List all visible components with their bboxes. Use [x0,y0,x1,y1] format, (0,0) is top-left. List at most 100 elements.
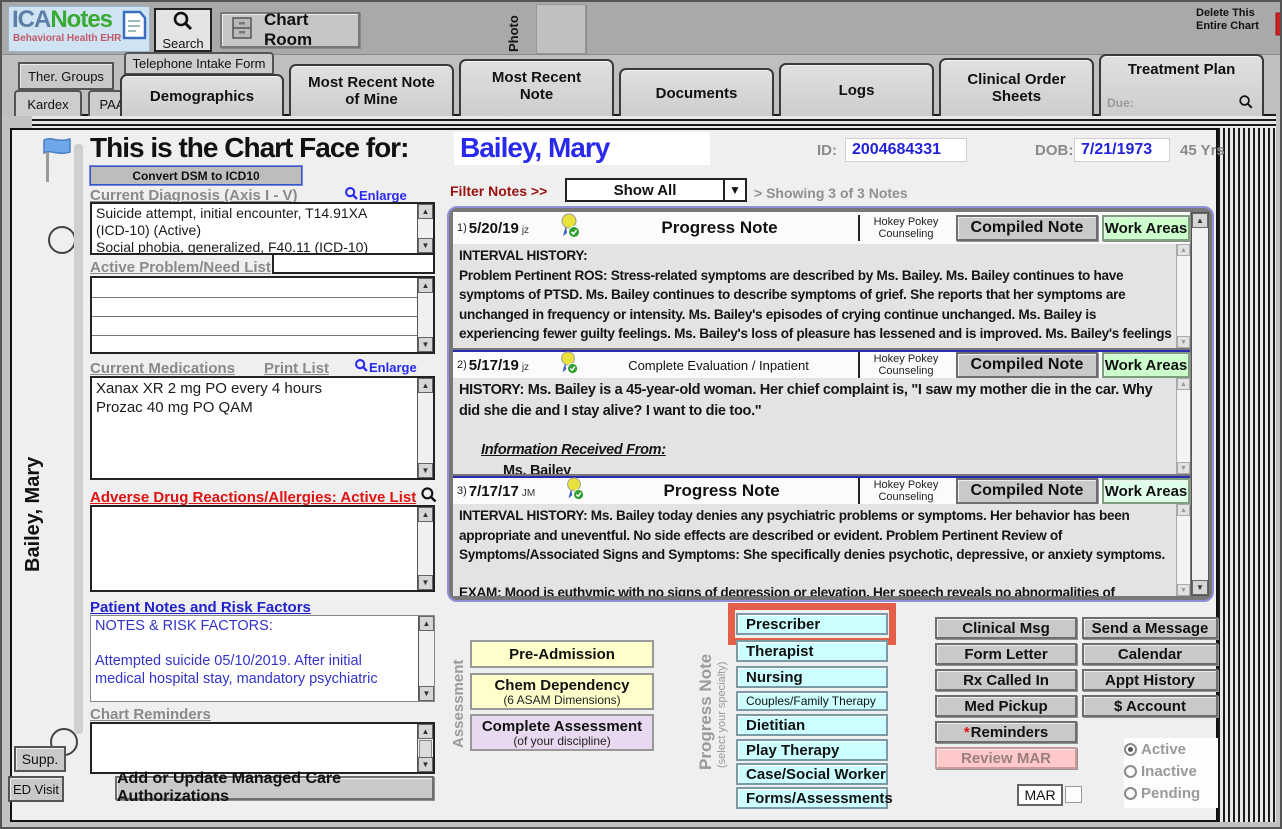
rx-called-in-button[interactable]: Rx Called In [935,669,1077,691]
scroll-up-icon[interactable] [418,378,433,393]
note-body[interactable]: INTERVAL HISTORY: Ms. Bailey today denie… [453,504,1190,596]
risk-factors-listbox[interactable]: NOTES & RISK FACTORS: Attempted suicide … [90,615,435,702]
compiled-note-button[interactable]: Compiled Note [956,478,1098,504]
note-scrollbar[interactable] [1176,504,1190,596]
scrollbar[interactable] [417,507,433,590]
radio-inactive[interactable]: Inactive [1124,760,1218,782]
allergies-listbox[interactable] [90,505,435,592]
scroll-down-icon[interactable] [1192,580,1208,595]
tab-clinical-order-sheets[interactable]: Clinical Order Sheets [939,58,1094,116]
scroll-up-icon[interactable] [1177,244,1190,256]
mar-checkbox[interactable] [1065,786,1082,803]
ther-groups-button[interactable]: Ther. Groups [18,62,114,90]
progress-note-case-social-worker-button[interactable]: Case/Social Worker [736,763,888,785]
progress-note-therapist-button[interactable]: Therapist [736,640,888,662]
scrollbar[interactable] [417,724,433,772]
scrollbar[interactable] [417,204,433,253]
tab-logs[interactable]: Logs [779,63,934,116]
work-areas-button[interactable]: Work Areas [1102,352,1190,378]
scroll-down-icon[interactable] [418,337,433,352]
problem-list-input[interactable] [272,253,435,274]
problem-listbox[interactable] [90,276,435,354]
radio-button-icon[interactable] [1124,787,1137,800]
scroll-down-icon[interactable] [418,463,433,478]
scrollbar[interactable] [417,378,433,478]
scroll-down-icon[interactable] [418,575,433,590]
progress-note-play-therapy-button[interactable]: Play Therapy [736,739,888,761]
scroll-down-icon[interactable] [1177,336,1190,348]
chart-reminders-listbox[interactable] [90,722,435,774]
note-row-header[interactable]: 1) 5/20/19 jz Progress Note Hokey Pokey … [453,212,1190,244]
scroll-down-icon[interactable] [1177,584,1190,596]
complete-assessment-button[interactable]: Complete Assessment (of your discipline) [470,714,654,751]
note-body[interactable]: HISTORY: Ms. Bailey is a 45-year-old wom… [453,378,1190,474]
progress-note-forms-assessments-button[interactable]: Forms/Assessments [736,787,888,809]
scroll-up-icon[interactable] [1177,504,1190,516]
scroll-up-icon[interactable] [418,204,433,219]
scroll-down-icon[interactable] [419,686,434,701]
form-letter-button[interactable]: Form Letter [935,643,1077,665]
scroll-up-icon[interactable] [418,724,433,739]
clinical-msg-button[interactable]: Clinical Msg [935,617,1077,639]
radio-button-icon[interactable] [1124,743,1137,756]
delete-chart-button[interactable]: Delete This Entire Chart [1196,7,1272,41]
scrollbar[interactable] [417,278,433,352]
send-a-message-button[interactable]: Send a Message [1082,617,1218,639]
calendar-button[interactable]: Calendar [1082,643,1218,665]
scroll-down-icon[interactable] [418,238,433,253]
chem-dependency-button[interactable]: Chem Dependency (6 ASAM Dimensions) [470,673,654,710]
note-scrollbar[interactable] [1176,378,1190,474]
med-pickup-button[interactable]: Med Pickup [935,695,1077,717]
radio-button-icon[interactable] [1124,765,1137,778]
convert-dsm-icd10-button[interactable]: Convert DSM to ICD10 [90,166,302,185]
progress-note-couples-family-button[interactable]: Couples/Family Therapy [736,691,888,711]
risk-factors-label[interactable]: Patient Notes and Risk Factors [90,599,311,616]
treatment-plan-search-icon[interactable] [1238,94,1254,114]
patient-photo-placeholder[interactable] [536,4,586,54]
tab-most-recent-note[interactable]: Most Recent Note [459,59,614,116]
tab-most-recent-note-of-mine[interactable]: Most Recent Note of Mine [289,64,454,116]
scroll-up-icon[interactable] [418,507,433,522]
chart-room-button[interactable]: Chart Room [220,12,360,48]
filter-notes-dropdown[interactable]: Show All [565,178,747,202]
work-areas-button[interactable]: Work Areas [1102,215,1190,241]
work-areas-button[interactable]: Work Areas [1102,478,1190,504]
note-scrollbar[interactable] [1176,244,1190,348]
compiled-note-button[interactable]: Compiled Note [956,215,1098,241]
appt-history-button[interactable]: Appt History [1082,669,1218,691]
ed-visit-button[interactable]: ED Visit [8,776,64,802]
radio-pending[interactable]: Pending [1124,782,1218,804]
scrollbar[interactable] [418,616,434,701]
medications-listbox[interactable]: Xanax XR 2 mg PO every 4 hours Prozac 40… [90,376,435,480]
dropdown-caret-icon[interactable] [723,180,745,200]
tab-documents[interactable]: Documents [619,68,774,116]
account-button[interactable]: $ Account [1082,695,1218,717]
scroll-thumb[interactable] [419,740,432,758]
scroll-up-icon[interactable] [418,278,433,293]
print-list-link[interactable]: Print List [264,360,329,377]
scroll-up-icon[interactable] [419,616,434,631]
compiled-note-button[interactable]: Compiled Note [956,352,1098,378]
tab-demographics[interactable]: Demographics [120,74,284,116]
diagnosis-listbox[interactable]: Suicide attempt, initial encounter, T14.… [90,202,435,255]
note-row-header[interactable]: 3) 7/17/17 JM Progress Note Hokey Pokey … [453,476,1190,504]
note-body[interactable]: INTERVAL HISTORY: Problem Pertinent ROS:… [453,244,1190,348]
progress-note-prescriber-button[interactable]: Prescriber [736,613,888,635]
progress-note-dietitian-button[interactable]: Dietitian [736,714,888,736]
supp-button[interactable]: Supp. [14,746,66,772]
radio-active[interactable]: Active [1124,738,1218,760]
search-button[interactable]: Search [154,8,212,52]
note-row-header[interactable]: 2) 5/17/19 jz Complete Evaluation / Inpa… [453,350,1190,378]
medications-enlarge-link[interactable]: Enlarge [354,358,417,376]
reminders-button[interactable]: * Reminders [935,721,1077,743]
notes-panel-scrollbar[interactable] [1191,212,1209,596]
tab-kardex[interactable]: Kardex [14,90,82,116]
tab-telephone-intake-form[interactable]: Telephone Intake Form [124,52,274,75]
progress-note-nursing-button[interactable]: Nursing [736,666,888,688]
tab-treatment-plan[interactable]: Treatment Plan Due: [1099,54,1264,116]
scroll-up-icon[interactable] [1177,378,1190,390]
scroll-down-icon[interactable] [1177,462,1190,474]
status-circle-top[interactable] [48,226,76,254]
managed-care-button[interactable]: Add or Update Managed Care Authorization… [115,776,434,800]
pre-admission-button[interactable]: Pre-Admission [470,640,654,668]
